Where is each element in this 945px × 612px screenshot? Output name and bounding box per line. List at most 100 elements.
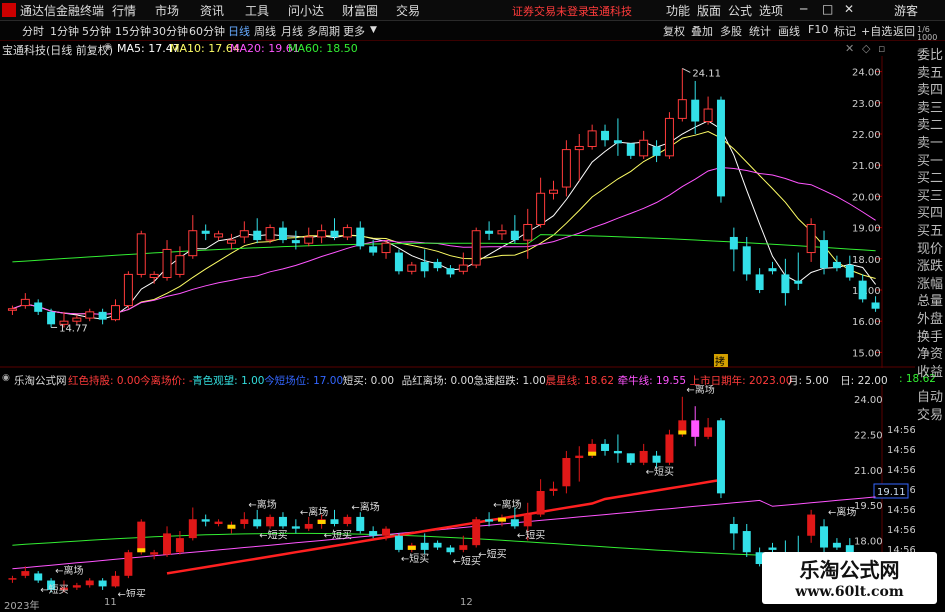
sidebar-field-3[interactable]: 卖三	[917, 97, 943, 116]
ind-time-label: 14:56	[887, 525, 915, 536]
sidebar-field-2[interactable]: 卖四	[917, 79, 943, 98]
sidebar-field-18[interactable]: 收益	[917, 361, 943, 380]
sidebar-lower-1[interactable]: 交易	[917, 404, 943, 423]
maximize-icon[interactable]: □	[822, 2, 833, 16]
overlay-button[interactable]: 叠加	[691, 23, 713, 39]
sidebar-field-4[interactable]: 卖二	[917, 114, 943, 133]
login-status[interactable]: 证券交易未登录	[512, 3, 589, 19]
sidebar-field-16[interactable]: 换手	[917, 326, 943, 345]
sidebar-lower-0[interactable]: 自动	[917, 386, 943, 405]
mark-button[interactable]: 标记	[834, 23, 856, 39]
multi-stock-button[interactable]: 多股	[720, 23, 742, 39]
candle-body-down	[729, 236, 738, 250]
ind-signal-bar	[227, 524, 236, 529]
menu-item-wealth[interactable]: 财富圈	[342, 2, 378, 19]
draw-line-button[interactable]: 画线	[778, 23, 800, 39]
menu-item-layout[interactable]: 版面	[697, 2, 721, 19]
candle-body-up	[639, 139, 649, 157]
period-tab-5min[interactable]: 5分钟	[82, 23, 111, 39]
high-marker-line	[682, 68, 691, 73]
buy-signal-label: ←短买	[452, 555, 480, 568]
buy-signal-label: ←短买	[478, 548, 506, 561]
close-icon[interactable]: ✕	[844, 2, 854, 16]
add-watchlist-button[interactable]: +自选	[861, 23, 892, 39]
ind-candle-up	[459, 545, 468, 550]
period-tab-60min[interactable]: 60分钟	[189, 23, 225, 39]
candle-body-up	[214, 233, 224, 238]
ind-candle-up	[188, 519, 197, 539]
ind-candle-up	[124, 552, 133, 576]
candle-body-down	[98, 311, 107, 320]
candle-body-up	[587, 130, 597, 147]
menu-item-quotes[interactable]: 行情	[112, 2, 136, 19]
candle-body-up	[265, 227, 275, 241]
price-tick-label: 22.00	[852, 130, 881, 141]
sidebar-field-10[interactable]: 买五	[917, 220, 943, 239]
period-tab-30min[interactable]: 30分钟	[152, 23, 188, 39]
ind-candle-down	[716, 420, 725, 494]
sidebar-field-14[interactable]: 总量	[917, 290, 943, 309]
settings-dot-icon[interactable]: ◉	[104, 42, 112, 52]
exit-signal-label: ←离场	[55, 564, 83, 577]
candle-body-up	[703, 108, 713, 123]
menu-item-formula[interactable]: 公式	[728, 2, 752, 19]
sidebar-field-15[interactable]: 外盘	[917, 308, 943, 327]
menu-item-function[interactable]: 功能	[666, 2, 690, 19]
period-tab-monthly[interactable]: 月线	[281, 23, 303, 39]
sidebar-field-17[interactable]: 净资	[917, 343, 943, 362]
candle-body-down	[871, 302, 880, 309]
event-tag-label: 拷	[715, 355, 725, 368]
period-tab-intraday[interactable]: 分时	[22, 23, 44, 39]
candle-body-down	[652, 146, 661, 156]
sidebar-field-5[interactable]: 卖一	[917, 132, 943, 151]
ind-signal-bar	[137, 548, 146, 553]
menu-item-tools[interactable]: 工具	[245, 2, 269, 19]
sidebar-field-1[interactable]: 卖五	[917, 62, 943, 81]
candle-body-up	[136, 233, 146, 275]
f10-button[interactable]: F10	[808, 23, 828, 36]
period-tab-multi[interactable]: 多周期	[307, 23, 340, 39]
exit-signal-label: ←离场	[248, 498, 276, 511]
sidebar-field-11[interactable]: 现价	[917, 238, 943, 257]
candle-body-down	[420, 261, 429, 272]
menu-item-news[interactable]: 资讯	[200, 2, 224, 19]
ind-candle-down	[768, 547, 777, 550]
menu-item-ask[interactable]: 问小达	[288, 2, 324, 19]
stats-button[interactable]: 统计	[749, 23, 771, 39]
period-tab-1min[interactable]: 1分钟	[50, 23, 79, 39]
menu-item-trade[interactable]: 交易	[396, 2, 420, 19]
sidebar-field-8[interactable]: 买三	[917, 185, 943, 204]
adjust-button[interactable]: 复权	[663, 23, 685, 39]
guest-label[interactable]: 游客	[894, 2, 918, 19]
collapse-icon[interactable]: ▫	[878, 42, 885, 55]
menu-item-options[interactable]: 选项	[759, 2, 783, 19]
ind-candle-down	[691, 420, 700, 437]
candle-body-up	[175, 255, 185, 275]
sidebar-field-13[interactable]: 涨幅	[917, 273, 943, 292]
ind-candle-down	[291, 526, 300, 529]
period-tab-more[interactable]: 更多	[343, 23, 365, 39]
period-tab-weekly[interactable]: 周线	[254, 23, 276, 39]
wrench-icon[interactable]: ✕	[845, 42, 854, 55]
price-tick-label: 15.00	[852, 348, 881, 359]
menu-item-market[interactable]: 市场	[155, 2, 179, 19]
period-tab-15min[interactable]: 15分钟	[115, 23, 151, 39]
candle-body-up	[7, 308, 17, 311]
candlestick-chart[interactable]: 24.0023.0022.0021.0020.0019.0018.0017.00…	[0, 56, 915, 368]
exit-signal-label: ←离场	[493, 498, 521, 511]
sidebar-field-6[interactable]: 买一	[917, 150, 943, 169]
chevron-down-icon[interactable]: ▼	[370, 25, 377, 35]
ma10-line	[12, 130, 876, 315]
sidebar-field-9[interactable]: 买四	[917, 202, 943, 221]
indicator-settings-icon[interactable]: ◉	[2, 373, 10, 383]
minimize-icon[interactable]: ─	[800, 2, 807, 16]
candle-body-up	[806, 223, 816, 254]
sidebar-field-7[interactable]: 买二	[917, 167, 943, 186]
stock-tag: 宝通科技	[588, 5, 632, 18]
period-tab-daily[interactable]: 日线	[228, 23, 250, 39]
sidebar-field-0[interactable]: 委比	[917, 44, 943, 63]
ma-info-bar: 宝通科技(日线 前复权) ◉ MA5: 17.47 MA10: 17.64 MA…	[0, 40, 885, 57]
sidebar-field-12[interactable]: 涨跌	[917, 255, 943, 274]
expand-icon[interactable]: ◇	[862, 42, 870, 55]
back-button[interactable]: 返回	[893, 23, 915, 39]
